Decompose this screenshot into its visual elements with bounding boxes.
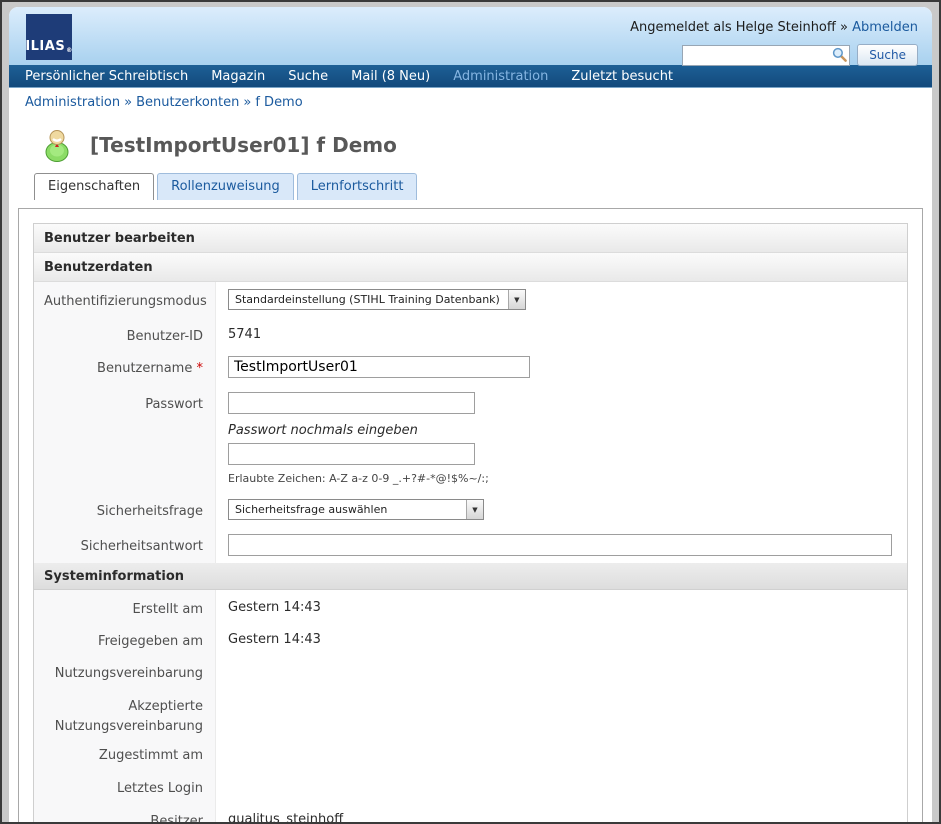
logo-text: ILIAS bbox=[25, 39, 65, 54]
dropdown-arrow-icon: ▼ bbox=[466, 500, 483, 519]
row-sicherheitsantwort: Sicherheitsantwort bbox=[34, 527, 907, 563]
passwort-retype-hint: Passwort nochmals eingeben bbox=[228, 423, 418, 438]
tab-bar: Eigenschaften Rollenzuweisung Lernfortsc… bbox=[9, 173, 932, 200]
search-submit-button[interactable]: Suche bbox=[857, 44, 918, 66]
nutzungsvereinbarung-value bbox=[216, 654, 907, 687]
ilias-logo[interactable]: ILIAS® bbox=[26, 14, 72, 60]
page-title: [TestImportUser01] f Demo bbox=[90, 133, 397, 157]
row-sicherheitsfrage: Sicherheitsfrage Sicherheitsfrage auswäh… bbox=[34, 492, 907, 527]
sicherheitsfrage-selected-value: Sicherheitsfrage auswählen bbox=[229, 503, 395, 516]
auth-modus-select[interactable]: Standardeinstellung (STIHL Training Date… bbox=[228, 289, 526, 310]
tab-lernfortschritt[interactable]: Lernfortschritt bbox=[297, 173, 418, 200]
row-authentifizierungsmodus: Authentifizierungsmodus Standardeinstell… bbox=[34, 282, 907, 317]
row-letztes-login: Letztes Login bbox=[34, 769, 907, 802]
letztes-login-value bbox=[216, 769, 907, 802]
sicherheitsfrage-select[interactable]: Sicherheitsfrage auswählen ▼ bbox=[228, 499, 484, 520]
row-besitzer: Besitzer qualitus_steinhoff bbox=[34, 802, 907, 822]
benutzer-id-value: 5741 bbox=[216, 317, 907, 349]
field-label: Erstellt am bbox=[34, 590, 216, 622]
allowed-chars-hint: Erlaubte Zeichen: A-Z a-z 0-9 _.+?#-*@!$… bbox=[228, 472, 489, 485]
nav-item-suche[interactable]: Suche bbox=[288, 69, 328, 84]
field-label: Sicherheitsfrage bbox=[34, 492, 216, 527]
breadcrumb-benutzerkonten[interactable]: Benutzerkonten bbox=[136, 95, 239, 110]
field-label: Sicherheitsantwort bbox=[34, 527, 216, 563]
nav-item-zuletzt-besucht[interactable]: Zuletzt besucht bbox=[571, 69, 673, 84]
form-title: Benutzer bearbeiten bbox=[34, 224, 907, 253]
auth-modus-selected-value: Standardeinstellung (STIHL Training Date… bbox=[229, 293, 508, 306]
dropdown-arrow-icon: ▼ bbox=[508, 290, 525, 309]
besitzer-value: qualitus_steinhoff bbox=[216, 802, 907, 822]
section-benutzerdaten: Benutzerdaten bbox=[34, 253, 907, 282]
row-akzeptierte-nutzungsvereinbarung: Akzeptierte Nutzungsvereinbarung bbox=[34, 687, 907, 736]
tab-eigenschaften[interactable]: Eigenschaften bbox=[34, 173, 154, 200]
benutzername-input[interactable] bbox=[228, 356, 530, 378]
field-label: Passwort bbox=[34, 385, 216, 492]
title-row: [TestImportUser01] f Demo bbox=[9, 115, 932, 173]
user-edit-form: Benutzer bearbeiten Benutzerdaten Authen… bbox=[33, 223, 908, 822]
field-label: Benutzer-ID bbox=[34, 317, 216, 349]
logout-link[interactable]: Abmelden bbox=[852, 20, 918, 35]
field-label: Zugestimmt am bbox=[34, 736, 216, 769]
row-benutzer-id: Benutzer-ID 5741 bbox=[34, 317, 907, 349]
nav-item-magazin[interactable]: Magazin bbox=[211, 69, 265, 84]
login-status-text: Angemeldet als Helge Steinhoff » bbox=[630, 20, 848, 35]
freigegeben-am-value: Gestern 14:43 bbox=[216, 622, 907, 654]
passwort-input[interactable] bbox=[228, 392, 475, 414]
nav-item-persoenlicher-schreibtisch[interactable]: Persönlicher Schreibtisch bbox=[25, 69, 188, 84]
main-nav: Persönlicher Schreibtisch Magazin Suche … bbox=[9, 65, 932, 88]
breadcrumb-separator: » bbox=[243, 95, 251, 110]
user-icon bbox=[40, 128, 74, 162]
breadcrumb: Administration » Benutzerkonten » f Demo bbox=[9, 88, 932, 115]
breadcrumb-separator: » bbox=[124, 95, 132, 110]
nav-item-administration[interactable]: Administration bbox=[453, 69, 548, 84]
login-status: Angemeldet als Helge Steinhoff » Abmelde… bbox=[630, 20, 918, 35]
header: ILIAS® Angemeldet als Helge Steinhoff » … bbox=[9, 7, 932, 65]
search-input[interactable] bbox=[682, 45, 850, 66]
tab-rollenzuweisung[interactable]: Rollenzuweisung bbox=[157, 173, 294, 200]
breadcrumb-f-demo[interactable]: f Demo bbox=[255, 95, 302, 110]
field-label: Authentifizierungsmodus bbox=[34, 282, 216, 317]
tab-content-panel: Benutzer bearbeiten Benutzerdaten Authen… bbox=[18, 208, 923, 822]
row-benutzername: Benutzername * bbox=[34, 349, 907, 385]
passwort-retype-input[interactable] bbox=[228, 443, 475, 465]
nav-item-mail[interactable]: Mail (8 Neu) bbox=[351, 69, 430, 84]
row-erstellt-am: Erstellt am Gestern 14:43 bbox=[34, 590, 907, 622]
logo-registered-mark: ® bbox=[66, 47, 73, 54]
field-label: Benutzername bbox=[97, 361, 192, 376]
field-label: Nutzungsvereinbarung bbox=[34, 654, 216, 687]
breadcrumb-administration[interactable]: Administration bbox=[25, 95, 120, 110]
row-freigegeben-am: Freigegeben am Gestern 14:43 bbox=[34, 622, 907, 654]
section-systeminformation: Systeminformation bbox=[34, 563, 907, 590]
zugestimmt-am-value bbox=[216, 736, 907, 769]
field-label: Besitzer bbox=[34, 802, 216, 822]
sicherheitsantwort-input[interactable] bbox=[228, 534, 892, 556]
field-label: Letztes Login bbox=[34, 769, 216, 802]
row-zugestimmt-am: Zugestimmt am bbox=[34, 736, 907, 769]
header-search: Suche bbox=[682, 44, 918, 66]
row-passwort: Passwort Passwort nochmals eingeben Erla… bbox=[34, 385, 907, 492]
field-label: Akzeptierte Nutzungsvereinbarung bbox=[34, 687, 216, 736]
search-icon[interactable] bbox=[832, 47, 847, 62]
akzeptierte-nutzungsvereinbarung-value bbox=[216, 687, 907, 736]
row-nutzungsvereinbarung: Nutzungsvereinbarung bbox=[34, 654, 907, 687]
erstellt-am-value: Gestern 14:43 bbox=[216, 590, 907, 622]
page: ILIAS® Angemeldet als Helge Steinhoff » … bbox=[9, 7, 932, 822]
field-label: Freigegeben am bbox=[34, 622, 216, 654]
required-marker: * bbox=[197, 361, 204, 376]
